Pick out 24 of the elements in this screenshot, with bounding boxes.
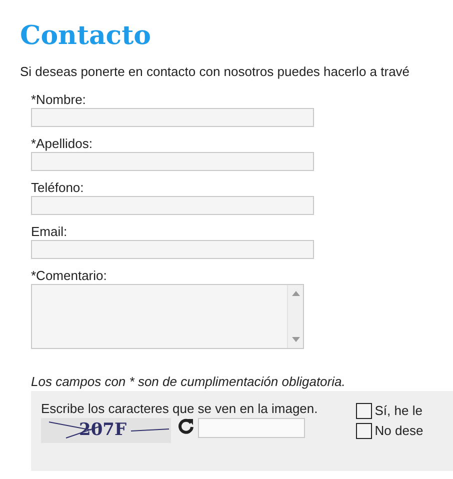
input-field[interactable]: [31, 196, 314, 215]
captcha-instruction: Escribe los caracteres que se ven en la imagen.: [41, 401, 318, 416]
field-label: Email:: [31, 224, 68, 239]
intro-text: Si deseas ponerte en contacto con nosotros puedes hacerlo a travé: [20, 64, 410, 80]
scroll-down-icon[interactable]: [292, 337, 300, 342]
checkbox[interactable]: [356, 403, 372, 419]
checkbox[interactable]: [356, 423, 372, 439]
field-label: Teléfono:: [31, 180, 84, 195]
captcha-image: 207F: [41, 418, 171, 443]
page-title: Contacto: [20, 20, 151, 52]
captcha-field[interactable]: [198, 418, 305, 438]
refresh-icon[interactable]: [178, 418, 194, 434]
input-field[interactable]: [31, 108, 314, 127]
checkbox-label: Sí, he le: [374, 403, 422, 419]
checkbox-label: No dese: [374, 423, 424, 439]
scrollbar[interactable]: [287, 285, 303, 348]
comment-field[interactable]: [31, 284, 304, 349]
input-field[interactable]: [31, 240, 314, 259]
required-note: Los campos con * son de cumplimentación obligatoria.: [31, 374, 346, 389]
field-label: *Apellidos:: [31, 136, 92, 151]
field-label: *Nombre:: [31, 92, 86, 107]
input-field[interactable]: [31, 152, 314, 171]
scroll-up-icon[interactable]: [292, 291, 300, 296]
field-label: *Comentario:: [31, 268, 107, 283]
